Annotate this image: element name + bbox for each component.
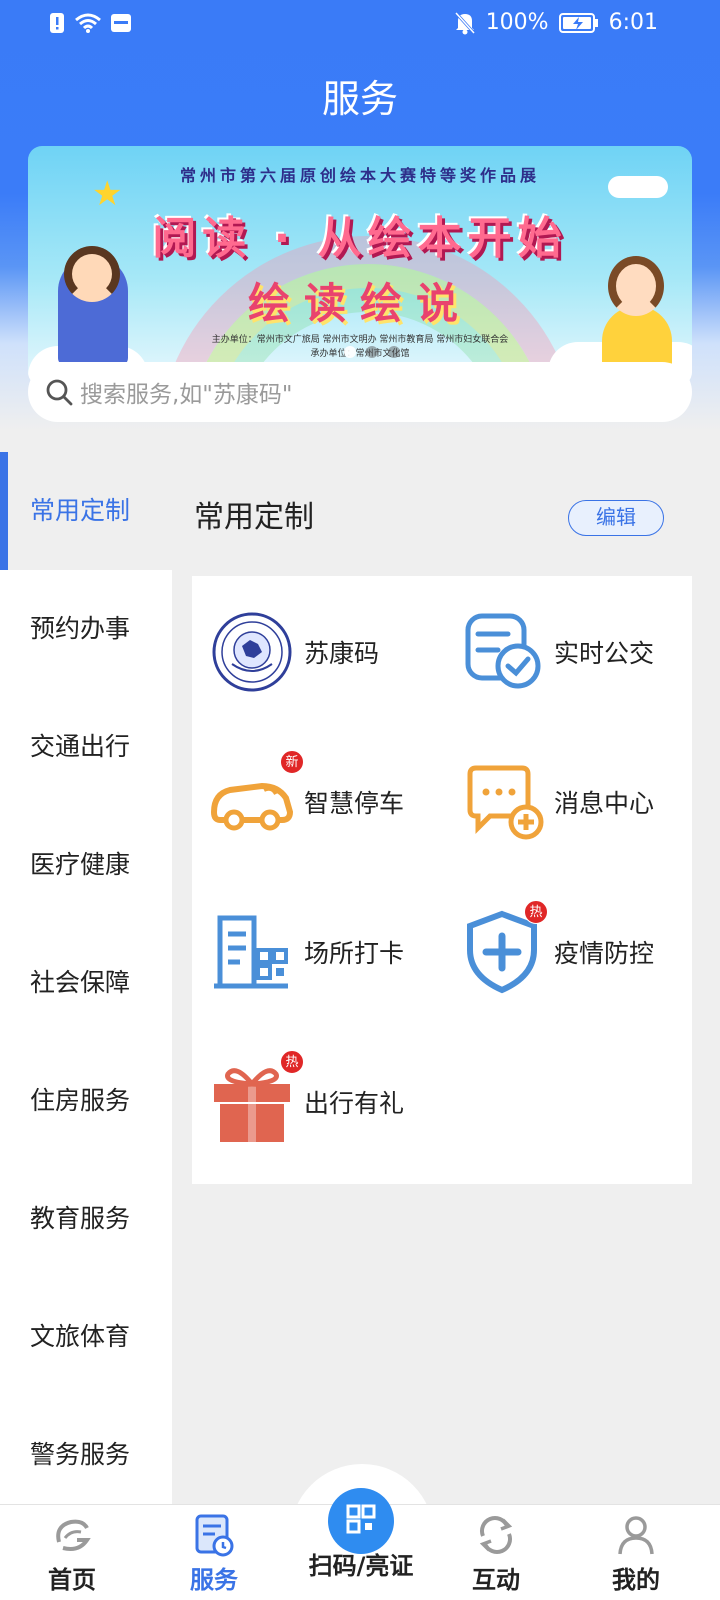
user-icon	[618, 1516, 654, 1555]
service-doc-icon	[195, 1514, 234, 1557]
service-label: 消息中心	[554, 789, 655, 818]
status-bar: 100% 6:01	[0, 0, 720, 48]
page-title: 服务	[321, 77, 398, 121]
new-badge: 新	[280, 750, 304, 774]
sidebar-item-appointment[interactable]: 预约办事	[0, 570, 172, 688]
service-tile-sukang[interactable]: 苏康码	[192, 576, 442, 726]
sidebar-item-housing[interactable]: 住房服务	[0, 1042, 172, 1160]
status-icons-left	[48, 12, 132, 34]
service-label: 场所打卡	[304, 939, 405, 968]
edit-button[interactable]: 编辑	[568, 500, 664, 536]
service-label: 智慧停车	[304, 789, 405, 818]
service-tile-parking[interactable]: 新 智慧停车	[192, 726, 442, 876]
search-icon	[46, 379, 73, 406]
tab-label: 服务	[190, 1566, 238, 1594]
service-tile-messages[interactable]: 消息中心	[442, 726, 692, 876]
banner-pager	[344, 346, 400, 358]
search-placeholder: 搜索服务,如"苏康码"	[80, 382, 293, 408]
sidebar-item-social-security[interactable]: 社会保障	[0, 924, 172, 1042]
alert-sim-icon	[50, 13, 64, 33]
tab-label: 扫码/亮证	[308, 1552, 414, 1580]
tab-interact[interactable]: 互动	[436, 1512, 556, 1596]
hms-icon	[111, 14, 131, 32]
status-time: 6:01	[608, 10, 658, 35]
sukang-emblem-icon	[212, 612, 292, 692]
hot-badge: 热	[280, 1050, 304, 1074]
service-label: 疫情防控	[554, 939, 655, 968]
service-label: 实时公交	[554, 639, 655, 668]
qr-scan-icon	[346, 1504, 376, 1534]
banner-top-text: 常州市第六届原创绘本大赛特等奖作品展	[179, 166, 540, 185]
service-tile-checkin[interactable]: 场所打卡	[192, 876, 442, 1026]
message-plus-icon	[467, 765, 544, 840]
search-bar[interactable]: 搜索服务,如"苏康码"	[28, 362, 692, 422]
tab-scan[interactable]: 扫码/亮证	[296, 1504, 426, 1596]
service-grid: 苏康码 实时公交 新 智慧停车 消息中心 场所打卡 热 疫情防控 热 出行有礼	[192, 576, 692, 1184]
pager-dot	[388, 346, 400, 358]
tab-label: 我的	[612, 1566, 660, 1594]
category-sidebar: 常用定制 预约办事 交通出行 医疗健康 社会保障 住房服务 教育服务 文旅体育 …	[0, 452, 172, 1506]
wifi-icon	[75, 13, 101, 33]
sidebar-item-culture-sports[interactable]: 文旅体育	[0, 1278, 172, 1396]
sidebar-item-transport[interactable]: 交通出行	[0, 688, 172, 806]
home-logo-icon	[56, 1519, 91, 1551]
pager-dot	[366, 346, 378, 358]
service-tile-bus[interactable]: 实时公交	[442, 576, 692, 726]
tab-label: 首页	[48, 1566, 96, 1594]
tab-mine[interactable]: 我的	[576, 1512, 696, 1596]
battery-icon	[558, 12, 598, 33]
service-label: 苏康码	[304, 639, 380, 668]
refresh-icon	[479, 1516, 513, 1554]
promo-banner[interactable]: ★ 常州市第六届原创绘本大赛特等奖作品展 阅读 · 从绘本开始 绘读绘说 主办单…	[28, 146, 692, 386]
banner-main-text: 阅读 · 从绘本开始	[152, 213, 568, 264]
pager-dot	[344, 346, 356, 358]
tab-services[interactable]: 服务	[154, 1512, 274, 1596]
sidebar-item-education[interactable]: 教育服务	[0, 1160, 172, 1278]
sidebar-item-police[interactable]: 警务服务	[0, 1396, 172, 1514]
status-icons-right: 100% 6:01	[454, 10, 658, 35]
tab-home[interactable]: 首页	[12, 1512, 132, 1596]
service-label: 出行有礼	[304, 1089, 405, 1118]
sidebar-item-medical[interactable]: 医疗健康	[0, 806, 172, 924]
service-tile-gift[interactable]: 热 出行有礼	[192, 1026, 442, 1176]
bus-check-icon	[465, 613, 541, 689]
tab-label: 互动	[472, 1566, 520, 1594]
section-title: 常用定制	[194, 500, 314, 535]
hot-badge: 热	[524, 900, 548, 924]
banner-organizer-text: 主办单位：常州市文广旅局 常州市文明办 常州市教育局 常州市妇女联合会	[211, 335, 509, 345]
service-tile-epidemic[interactable]: 热 疫情防控	[442, 876, 692, 1026]
mute-bell-icon	[454, 11, 475, 34]
battery-percent: 100%	[485, 10, 549, 35]
banner-sub-text: 绘读绘说	[247, 279, 472, 328]
building-qr-icon	[214, 915, 288, 989]
sidebar-item-custom[interactable]: 常用定制	[0, 452, 172, 570]
